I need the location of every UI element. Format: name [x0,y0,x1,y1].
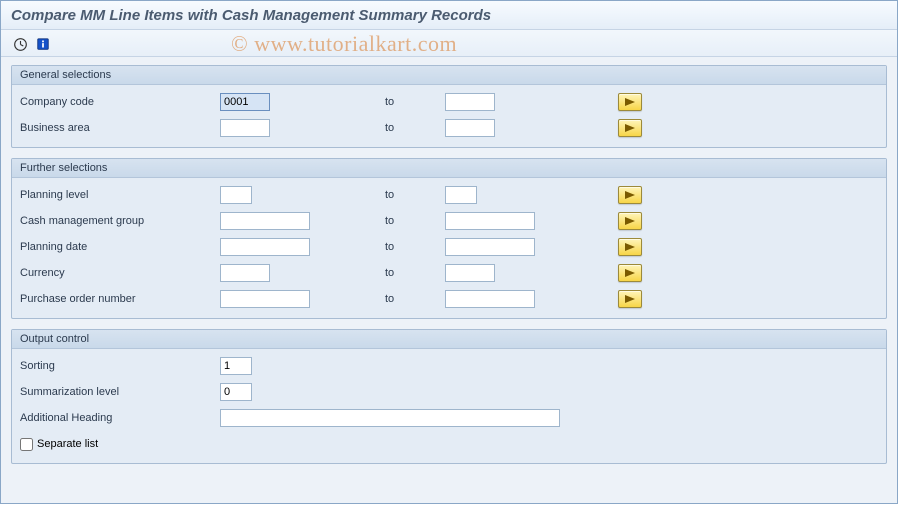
row-company-code: Company code to [20,91,878,113]
po-number-to-input[interactable] [445,290,535,308]
toolbar [1,30,897,57]
row-additional-heading: Additional Heading [20,407,878,429]
row-currency: Currency to [20,262,878,284]
sorting-input[interactable] [220,357,252,375]
cm-group-to-input[interactable] [445,212,535,230]
row-summarization: Summarization level [20,381,878,403]
arrow-right-icon [625,191,635,199]
execute-button[interactable] [11,35,29,53]
label-po-number: Purchase order number [20,293,220,305]
arrow-right-icon [625,295,635,303]
label-cm-group: Cash management group [20,215,220,227]
row-cm-group: Cash management group to [20,210,878,232]
planning-date-from-input[interactable] [220,238,310,256]
label-additional-heading: Additional Heading [20,412,220,424]
arrow-right-icon [625,269,635,277]
label-planning-level: Planning level [20,189,220,201]
info-button[interactable] [34,35,52,53]
company-code-to-input[interactable] [445,93,495,111]
additional-heading-input[interactable] [220,409,560,427]
currency-multiselect-button[interactable] [618,264,642,282]
page-title: Compare MM Line Items with Cash Manageme… [11,7,887,24]
separate-list-checkbox[interactable] [20,438,33,451]
content: General selections Company code to Busin… [1,57,897,482]
currency-to-input[interactable] [445,264,495,282]
label-company-code: Company code [20,96,220,108]
cm-group-multiselect-button[interactable] [618,212,642,230]
group-title-output: Output control [12,330,886,349]
to-label: to [385,293,445,305]
title-bar: Compare MM Line Items with Cash Manageme… [1,1,897,30]
group-further-selections: Further selections Planning level to Cas… [11,158,887,319]
label-sorting: Sorting [20,360,220,372]
arrow-right-icon [625,98,635,106]
row-sorting: Sorting [20,355,878,377]
row-business-area: Business area to [20,117,878,139]
to-label: to [385,189,445,201]
business-area-to-input[interactable] [445,119,495,137]
arrow-right-icon [625,243,635,251]
to-label: to [385,96,445,108]
row-po-number: Purchase order number to [20,288,878,310]
cm-group-from-input[interactable] [220,212,310,230]
label-summarization: Summarization level [20,386,220,398]
planning-date-to-input[interactable] [445,238,535,256]
planning-level-to-input[interactable] [445,186,477,204]
info-icon [36,37,50,51]
label-planning-date: Planning date [20,241,220,253]
business-area-multiselect-button[interactable] [618,119,642,137]
arrow-right-icon [625,124,635,132]
arrow-right-icon [625,217,635,225]
planning-date-multiselect-button[interactable] [618,238,642,256]
group-output-control: Output control Sorting Summarization lev… [11,329,887,464]
to-label: to [385,267,445,279]
label-currency: Currency [20,267,220,279]
row-separate-list: Separate list [20,433,878,455]
po-number-from-input[interactable] [220,290,310,308]
business-area-from-input[interactable] [220,119,270,137]
summarization-input[interactable] [220,383,252,401]
planning-level-from-input[interactable] [220,186,252,204]
company-code-from-input[interactable] [220,93,270,111]
row-planning-level: Planning level to [20,184,878,206]
to-label: to [385,122,445,134]
row-planning-date: Planning date to [20,236,878,258]
to-label: to [385,241,445,253]
group-general-selections: General selections Company code to Busin… [11,65,887,148]
planning-level-multiselect-button[interactable] [618,186,642,204]
label-separate-list: Separate list [37,438,98,450]
label-business-area: Business area [20,122,220,134]
company-code-multiselect-button[interactable] [618,93,642,111]
to-label: to [385,215,445,227]
group-title-further: Further selections [12,159,886,178]
group-title-general: General selections [12,66,886,85]
clock-execute-icon [13,37,28,52]
app-window: Compare MM Line Items with Cash Manageme… [0,0,898,504]
po-number-multiselect-button[interactable] [618,290,642,308]
currency-from-input[interactable] [220,264,270,282]
